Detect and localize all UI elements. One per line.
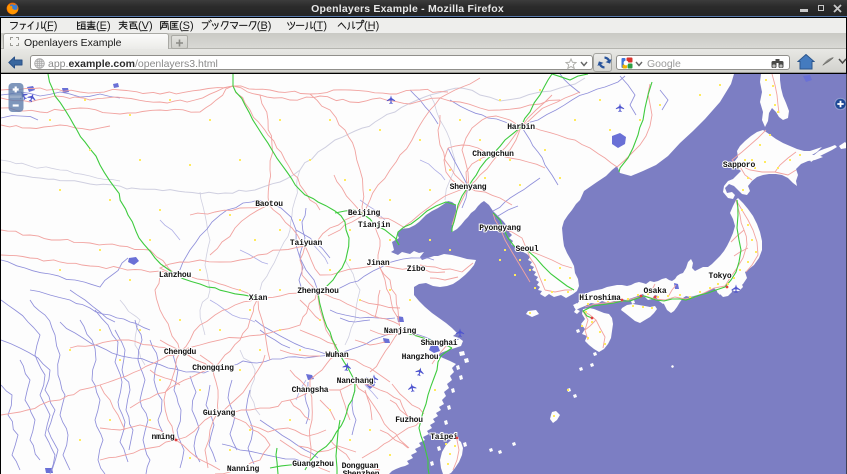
svg-text:Guangzhou: Guangzhou	[292, 460, 334, 469]
svg-text:Changsha: Changsha	[292, 386, 329, 395]
svg-text:Shenzhen: Shenzhen	[343, 470, 380, 474]
svg-text:Xian: Xian	[249, 294, 268, 303]
svg-text:Chengdu: Chengdu	[164, 348, 197, 357]
svg-text:Zhengzhou: Zhengzhou	[297, 287, 339, 296]
svg-text:Osaka: Osaka	[643, 287, 666, 296]
svg-text:Tianjin: Tianjin	[358, 221, 391, 230]
svg-text:Tokyo: Tokyo	[708, 272, 731, 281]
svg-text:Lanzhou: Lanzhou	[159, 271, 192, 280]
svg-text:Nanning: Nanning	[227, 465, 260, 474]
svg-text:Jinan: Jinan	[366, 259, 389, 268]
svg-text:Taipei: Taipei	[430, 433, 458, 442]
svg-text:Nanchang: Nanchang	[337, 377, 374, 386]
svg-text:Nanjing: Nanjing	[384, 327, 417, 336]
svg-text:Shenyang: Shenyang	[450, 183, 487, 192]
svg-text:Changchun: Changchun	[472, 150, 514, 159]
svg-text:Fuzhou: Fuzhou	[395, 416, 423, 425]
svg-text:Shanghai: Shanghai	[421, 339, 458, 348]
svg-text:nming: nming	[151, 433, 174, 442]
svg-text:Hangzhou: Hangzhou	[402, 353, 439, 362]
svg-text:Harbin: Harbin	[507, 123, 535, 132]
svg-text:Zibo: Zibo	[407, 265, 426, 274]
svg-text:Beijing: Beijing	[348, 209, 381, 218]
svg-text:Pyongyang: Pyongyang	[479, 224, 521, 233]
svg-text:Wuhan: Wuhan	[325, 351, 348, 360]
svg-text:Seoul: Seoul	[515, 245, 538, 254]
svg-text:Sapporo: Sapporo	[723, 161, 756, 170]
svg-text:Taiyuan: Taiyuan	[290, 239, 323, 248]
svg-text:Hiroshima: Hiroshima	[579, 294, 621, 303]
svg-text:Chongqing: Chongqing	[192, 364, 234, 373]
svg-text:Baotou: Baotou	[255, 200, 283, 209]
svg-text:Guiyang: Guiyang	[203, 409, 236, 418]
